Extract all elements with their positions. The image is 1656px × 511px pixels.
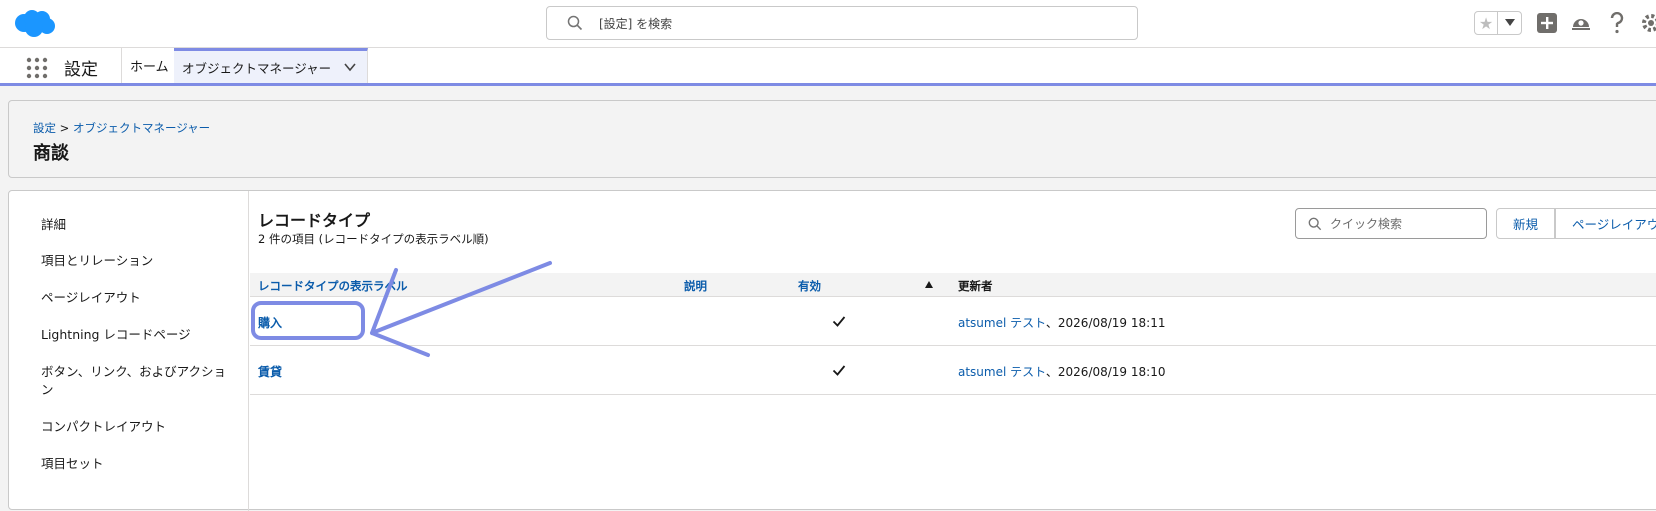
- column-header-modified-by: 更新者: [958, 279, 993, 293]
- record-type-link[interactable]: 賃貸: [258, 363, 282, 380]
- favorites-toggle[interactable]: ★: [1474, 11, 1522, 35]
- gear-icon: [1642, 14, 1656, 32]
- sidebar-item-buttons-links-actions[interactable]: ボタン、リンク、およびアクション: [41, 363, 231, 399]
- search-icon: [1308, 217, 1322, 230]
- modified-by: atsumel テスト、2026/08/19 18:11: [958, 314, 1165, 331]
- modified-date: 、2026/08/19 18:10: [1045, 365, 1166, 379]
- object-sidebar: 詳細 項目とリレーション ページレイアウト Lightning レコードページ …: [9, 191, 249, 511]
- new-button[interactable]: 新規: [1496, 208, 1556, 239]
- section-title: レコードタイプ: [258, 211, 371, 230]
- global-search-input[interactable]: [設定] を検索: [546, 6, 1138, 40]
- salesforce-logo-icon[interactable]: [12, 8, 56, 38]
- quick-search-input[interactable]: クイック検索: [1295, 208, 1487, 239]
- global-actions-button[interactable]: [1536, 12, 1558, 34]
- user-link[interactable]: atsumel テスト: [958, 365, 1046, 379]
- plus-square-icon: [1537, 13, 1557, 33]
- trailhead-button[interactable]: [1570, 12, 1592, 34]
- tab-object-manager-label: オブジェクトマネージャー: [182, 60, 332, 76]
- help-button[interactable]: [1606, 12, 1628, 34]
- chevron-down-icon[interactable]: [343, 60, 357, 74]
- sidebar-item-details[interactable]: 詳細: [41, 216, 231, 234]
- tab-object-manager[interactable]: オブジェクトマネージャー: [174, 48, 368, 83]
- modified-by: atsumel テスト、2026/08/19 18:10: [958, 363, 1165, 380]
- record-types-section: レコードタイプ 2 件の項目 (レコードタイプの表示ラベル順) クイック検索 新…: [250, 191, 1656, 511]
- star-icon[interactable]: ★: [1475, 12, 1499, 34]
- user-link[interactable]: atsumel テスト: [958, 316, 1046, 330]
- column-header-active[interactable]: 有効: [798, 278, 821, 294]
- check-icon: [832, 365, 846, 376]
- table-row: 購入 atsumel テスト、2026/08/19 18:11: [250, 298, 1656, 346]
- sidebar-item-page-layouts[interactable]: ページレイアウト: [41, 289, 231, 307]
- breadcrumb-separator: >: [59, 121, 70, 135]
- page-layout-assignment-button[interactable]: ページレイアウト: [1555, 208, 1656, 239]
- setup-button[interactable]: [1640, 12, 1656, 34]
- quick-search-placeholder: クイック検索: [1330, 217, 1403, 231]
- action-button-group: 新規 ページレイアウト: [1496, 208, 1656, 239]
- breadcrumb-setup-link[interactable]: 設定: [33, 121, 56, 135]
- main-panel: 詳細 項目とリレーション ページレイアウト Lightning レコードページ …: [8, 190, 1656, 511]
- caret-down-icon: [1504, 19, 1515, 26]
- column-header-label[interactable]: レコードタイプの表示ラベル: [258, 278, 408, 294]
- check-icon: [832, 316, 846, 327]
- page-header: 設定 > オブジェクトマネージャー 商談: [8, 100, 1656, 178]
- app-name: 設定: [64, 60, 98, 80]
- app-launcher-icon[interactable]: [26, 57, 48, 79]
- table-row: 賃貸 atsumel テスト、2026/08/19 18:10: [250, 347, 1656, 395]
- modified-date: 、2026/08/19 18:11: [1045, 316, 1166, 330]
- column-header-description[interactable]: 説明: [684, 278, 707, 294]
- tab-home[interactable]: ホーム: [122, 48, 178, 83]
- favorites-dropdown-button[interactable]: [1498, 12, 1521, 34]
- search-icon: [567, 15, 583, 31]
- table-header: レコードタイプの表示ラベル 説明 有効 更新者: [250, 273, 1656, 297]
- record-type-link[interactable]: 購入: [258, 314, 282, 331]
- sidebar-item-lightning-pages[interactable]: Lightning レコードページ: [41, 326, 231, 344]
- search-placeholder: [設定] を検索: [599, 16, 673, 31]
- sort-ascending-icon[interactable]: [925, 281, 933, 289]
- trailhead-icon: [1572, 19, 1590, 30]
- breadcrumb: 設定 > オブジェクトマネージャー: [33, 120, 210, 136]
- item-count: 2 件の項目 (レコードタイプの表示ラベル順): [258, 232, 489, 246]
- sidebar-item-compact-layouts[interactable]: コンパクトレイアウト: [41, 418, 231, 436]
- page-title: 商談: [33, 143, 69, 164]
- global-header: [設定] を検索 ★: [0, 0, 1656, 48]
- app-navigation-bar: 設定 ホーム オブジェクトマネージャー: [0, 48, 1656, 86]
- sidebar-item-fields[interactable]: 項目とリレーション: [41, 252, 231, 270]
- breadcrumb-object-manager-link[interactable]: オブジェクトマネージャー: [73, 121, 210, 135]
- question-icon: [1610, 12, 1624, 34]
- sidebar-item-field-sets[interactable]: 項目セット: [41, 455, 231, 473]
